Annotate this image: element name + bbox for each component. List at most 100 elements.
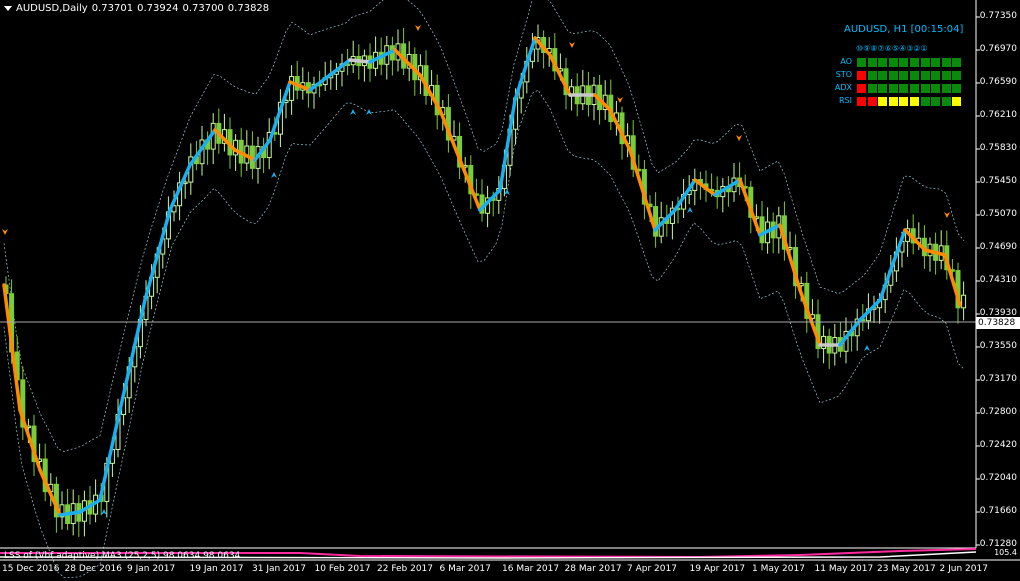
date-tick-label: 23 May 2017	[877, 564, 936, 574]
dashboard-row-sto: STO	[828, 70, 968, 81]
candle	[384, 35, 390, 80]
signal-cell	[920, 71, 930, 80]
candle	[389, 36, 395, 76]
candle	[294, 61, 300, 100]
dashboard-row-label: RSI	[839, 96, 852, 105]
candle	[350, 40, 356, 74]
signal-cell	[910, 71, 919, 80]
sell-arrow-icon	[569, 42, 575, 48]
signal-cell	[867, 97, 877, 106]
candle	[42, 443, 48, 502]
signal-cell	[952, 84, 962, 93]
candle	[311, 76, 317, 109]
signal-cell	[941, 84, 951, 93]
candle	[289, 65, 295, 115]
signal-cell	[920, 97, 930, 106]
candle	[653, 192, 659, 248]
price-tick-label: 0.76590	[979, 77, 1017, 87]
candle	[591, 76, 597, 121]
candle	[961, 281, 967, 321]
ma-segment	[498, 98, 517, 192]
signal-cell	[857, 97, 866, 106]
sell-arrow-icon	[736, 135, 742, 141]
candle	[81, 490, 87, 537]
buy-arrow-icon	[687, 207, 693, 213]
buy-arrow-icon	[271, 172, 277, 178]
price-tick-label: 0.76210	[979, 110, 1017, 120]
candle	[552, 33, 558, 80]
signal-cell	[878, 71, 888, 80]
candle	[221, 113, 227, 152]
dropdown-triangle-icon[interactable]	[4, 5, 12, 11]
candle	[373, 36, 379, 77]
signal-cell	[931, 84, 941, 93]
signal-cell	[867, 84, 877, 93]
candle	[602, 80, 608, 120]
dashboard-row-rsi: RSI	[828, 96, 968, 107]
candle	[20, 366, 26, 441]
date-tick-label: 16 Mar 2017	[502, 564, 560, 574]
timeframe-numbers: ⑩⑨⑧⑦⑥⑤④③②①	[856, 44, 928, 53]
candle	[261, 137, 267, 174]
candle	[608, 79, 614, 130]
sell-arrow-icon	[944, 212, 950, 218]
candle	[927, 237, 933, 272]
date-tick-label: 15 Dec 2016	[2, 564, 60, 574]
chart-header: AUDUSD,Daily 0.73701 0.73924 0.73700 0.73828	[4, 3, 273, 14]
signal-cell	[931, 97, 941, 106]
price-tick-label: 0.75830	[979, 143, 1017, 153]
open-value: 0.73701	[91, 3, 134, 14]
close-value: 0.73828	[227, 3, 270, 14]
buy-arrow-icon	[864, 345, 870, 351]
date-tick-label: 28 Dec 2016	[64, 564, 123, 574]
candle	[65, 488, 71, 531]
price-tick-label: 0.72420	[979, 440, 1017, 450]
date-tick-label: 7 Apr 2017	[627, 564, 677, 574]
signal-cell	[952, 58, 962, 67]
candle	[580, 69, 586, 111]
signal-cell	[857, 71, 866, 80]
candle	[770, 212, 776, 254]
candle	[720, 178, 726, 213]
signal-cell	[888, 84, 898, 93]
buy-arrow-icon	[366, 109, 372, 115]
price-tick-label: 0.73170	[979, 374, 1017, 384]
candle	[401, 27, 407, 76]
price-tick-label: 0.72040	[979, 473, 1017, 483]
price-tick-label: 0.71660	[979, 506, 1017, 516]
dashboard-row-ao: AO	[828, 57, 968, 68]
signal-cell	[899, 97, 909, 106]
signal-cell	[910, 84, 919, 93]
signal-cell	[931, 71, 941, 80]
candle	[815, 299, 821, 359]
price-tick-label: 0.72800	[979, 407, 1017, 417]
signal-cell	[867, 58, 877, 67]
candle	[759, 200, 765, 251]
ma-segment	[878, 228, 907, 302]
signal-cell	[952, 71, 962, 80]
price-tick-label: 0.77350	[979, 11, 1017, 21]
signal-cell	[941, 58, 951, 67]
date-tick-label: 2 Jun 2017	[939, 564, 988, 574]
signal-cell	[878, 97, 888, 106]
dashboard-row-label: ADX	[834, 83, 852, 92]
candle	[361, 49, 367, 82]
price-tick-label: 0.74310	[979, 275, 1017, 285]
signal-cell	[857, 58, 866, 67]
dashboard-row-label: AO	[840, 57, 852, 66]
candle	[910, 214, 916, 255]
price-tick-label: 0.73550	[979, 341, 1017, 351]
ma-segment	[628, 148, 657, 232]
signal-cell	[899, 58, 909, 67]
buy-arrow-icon	[350, 109, 356, 115]
candle	[837, 321, 843, 358]
signal-cell	[878, 84, 888, 93]
signal-cell	[888, 58, 898, 67]
ma-segment	[328, 58, 352, 77]
ma-segment	[118, 298, 147, 412]
signal-cell	[899, 84, 909, 93]
date-tick-label: 10 Feb 2017	[314, 564, 371, 574]
date-tick-label: 6 Mar 2017	[439, 564, 491, 574]
candle	[479, 179, 485, 222]
date-tick-label: 1 May 2017	[752, 564, 805, 574]
